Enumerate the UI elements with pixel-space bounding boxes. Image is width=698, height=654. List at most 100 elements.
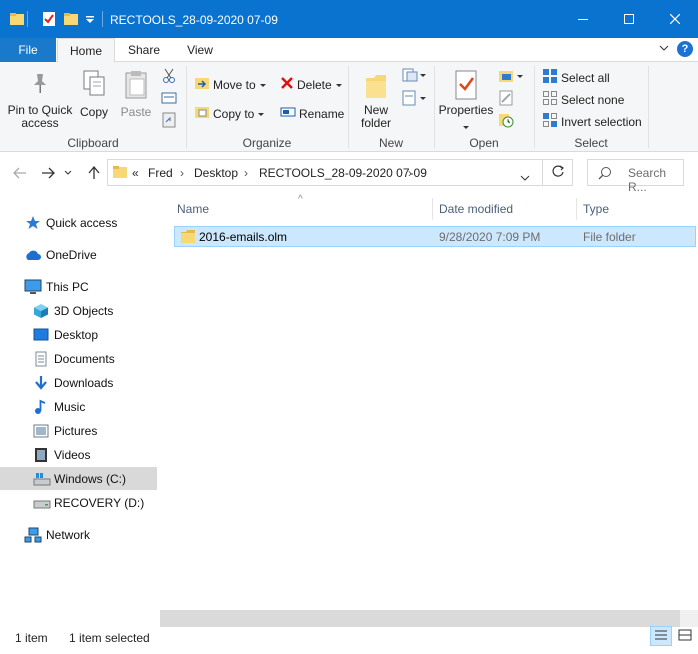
breadcrumb-overflow[interactable]: « (132, 166, 139, 180)
nav-item-label: Pictures (54, 423, 98, 438)
rename-button[interactable]: Rename (280, 105, 344, 122)
nav-item-label: This PC (46, 279, 89, 294)
select-all-icon (542, 68, 558, 87)
edit-icon[interactable] (498, 90, 514, 109)
recent-locations-button[interactable] (62, 163, 74, 183)
drive-icon (33, 471, 51, 487)
open-icon[interactable] (498, 68, 524, 87)
folder-icon (180, 229, 196, 247)
pin-to-quick-access-button[interactable]: Pin to Quick access (4, 64, 74, 130)
select-none-button[interactable]: Select none (542, 90, 624, 109)
delete-button[interactable]: Delete (280, 76, 343, 93)
paste-button[interactable]: Paste (116, 64, 156, 130)
select-all-button[interactable]: Select all (542, 68, 610, 87)
move-to-button[interactable]: Move to (194, 76, 267, 93)
copy-button[interactable]: Copy (76, 64, 112, 130)
details-view-button[interactable] (650, 626, 672, 646)
back-button[interactable] (10, 163, 30, 183)
select-all-label: Select all (561, 70, 610, 85)
details-view-icon (654, 629, 668, 644)
large-icons-view-button[interactable] (674, 626, 696, 646)
new-folder-quick-icon[interactable] (64, 12, 78, 29)
table-row[interactable]: 2016-emails.olm 9/28/2020 7:09 PM File f… (174, 226, 696, 247)
nav-item-music[interactable]: Music (0, 395, 157, 418)
properties-quick-icon[interactable] (42, 12, 56, 29)
search-icon (598, 166, 612, 183)
folder-icon (10, 12, 24, 29)
breadcrumb-separator[interactable]: › (408, 166, 412, 180)
expand-ribbon-icon[interactable] (658, 42, 670, 57)
nav-item-label: Documents (54, 351, 115, 366)
maximize-button[interactable] (606, 0, 652, 38)
tab-view[interactable]: View (171, 38, 229, 62)
nav-item-quick-access[interactable]: Quick access (0, 211, 157, 234)
copy-label: Copy (79, 105, 108, 119)
nav-item-label: Desktop (54, 327, 99, 342)
nav-item-windows-c[interactable]: Windows (C:) (0, 467, 157, 490)
breadcrumb-separator[interactable]: › (180, 166, 184, 180)
nav-item-pictures[interactable]: Pictures (0, 419, 157, 442)
properties-button[interactable]: Properties (438, 64, 494, 132)
nav-item-label: 3D Objects (54, 303, 114, 318)
breadcrumb-desktop[interactable]: Desktop (194, 166, 238, 180)
help-icon[interactable]: ? (677, 41, 693, 57)
tab-home[interactable]: Home (57, 38, 115, 63)
organize-group-label: Organize (242, 136, 292, 150)
move-to-label: Move to (213, 77, 256, 92)
file-type: File folder (583, 230, 636, 244)
file-date-modified: 9/28/2020 7:09 PM (439, 230, 541, 244)
nav-item-videos[interactable]: Videos (0, 443, 157, 466)
minimize-button[interactable] (560, 0, 606, 38)
nav-item-label: RECOVERY (D:) (54, 495, 145, 510)
search-box[interactable]: Search R... (587, 159, 684, 194)
nav-item-network[interactable]: Network (0, 523, 157, 546)
up-button[interactable] (84, 163, 104, 183)
title-bar: RECTOOLS_28-09-2020 07-09 (0, 0, 698, 38)
nav-item-onedrive[interactable]: OneDrive (0, 243, 157, 266)
breadcrumb-separator[interactable]: › (244, 166, 248, 180)
paste-label: Paste (120, 105, 152, 119)
column-header-date-modified[interactable]: Date modified (439, 202, 513, 216)
selection-count: 1 item selected (69, 631, 150, 645)
open-group-label: Open (469, 136, 499, 150)
new-folder-icon (364, 72, 388, 103)
address-bar[interactable]: « Fred › Desktop › RECTOOLS_28-09-2020 0… (107, 159, 543, 186)
new-folder-button[interactable]: New folder (354, 64, 398, 132)
invert-selection-icon (542, 112, 558, 131)
forward-button[interactable] (38, 163, 58, 183)
desktop-icon (33, 327, 49, 343)
column-header-type[interactable]: Type (583, 202, 609, 216)
tab-file[interactable]: File (0, 38, 56, 62)
paste-icon (124, 70, 148, 103)
address-dropdown-icon[interactable] (520, 170, 530, 184)
copy-to-button[interactable]: Copy to (194, 105, 265, 122)
nav-item-documents[interactable]: Documents (0, 347, 157, 370)
nav-item-this-pc[interactable]: This PC (0, 275, 157, 298)
nav-item-downloads[interactable]: Downloads (0, 371, 157, 394)
invert-selection-label: Invert selection (561, 114, 642, 129)
computer-icon (24, 279, 42, 295)
rename-label: Rename (299, 106, 345, 121)
easy-access-icon[interactable] (402, 90, 426, 109)
cube-icon (33, 303, 49, 319)
nav-item-desktop[interactable]: Desktop (0, 323, 157, 346)
breadcrumb-current-folder[interactable]: RECTOOLS_28-09-2020 07-09 (259, 166, 427, 180)
nav-item-3d-objects[interactable]: 3D Objects (0, 299, 157, 322)
close-button[interactable] (652, 0, 698, 38)
cut-icon[interactable] (162, 68, 176, 87)
copy-to-icon (194, 105, 210, 122)
history-icon[interactable] (498, 112, 514, 131)
breadcrumb-fred[interactable]: Fred (148, 166, 173, 180)
customize-qat-icon[interactable] (85, 14, 95, 28)
scrollbar-thumb[interactable] (160, 610, 680, 627)
refresh-button[interactable] (543, 159, 573, 186)
nav-item-recovery-d[interactable]: RECOVERY (D:) (0, 491, 157, 514)
column-header-name[interactable]: Name (177, 202, 209, 216)
select-none-label: Select none (561, 92, 625, 107)
tab-share[interactable]: Share (117, 38, 171, 62)
copy-path-icon[interactable] (161, 92, 177, 107)
star-icon (25, 215, 41, 231)
paste-shortcut-icon[interactable] (162, 112, 176, 131)
invert-selection-button[interactable]: Invert selection (542, 112, 642, 131)
new-item-icon[interactable] (402, 68, 426, 85)
